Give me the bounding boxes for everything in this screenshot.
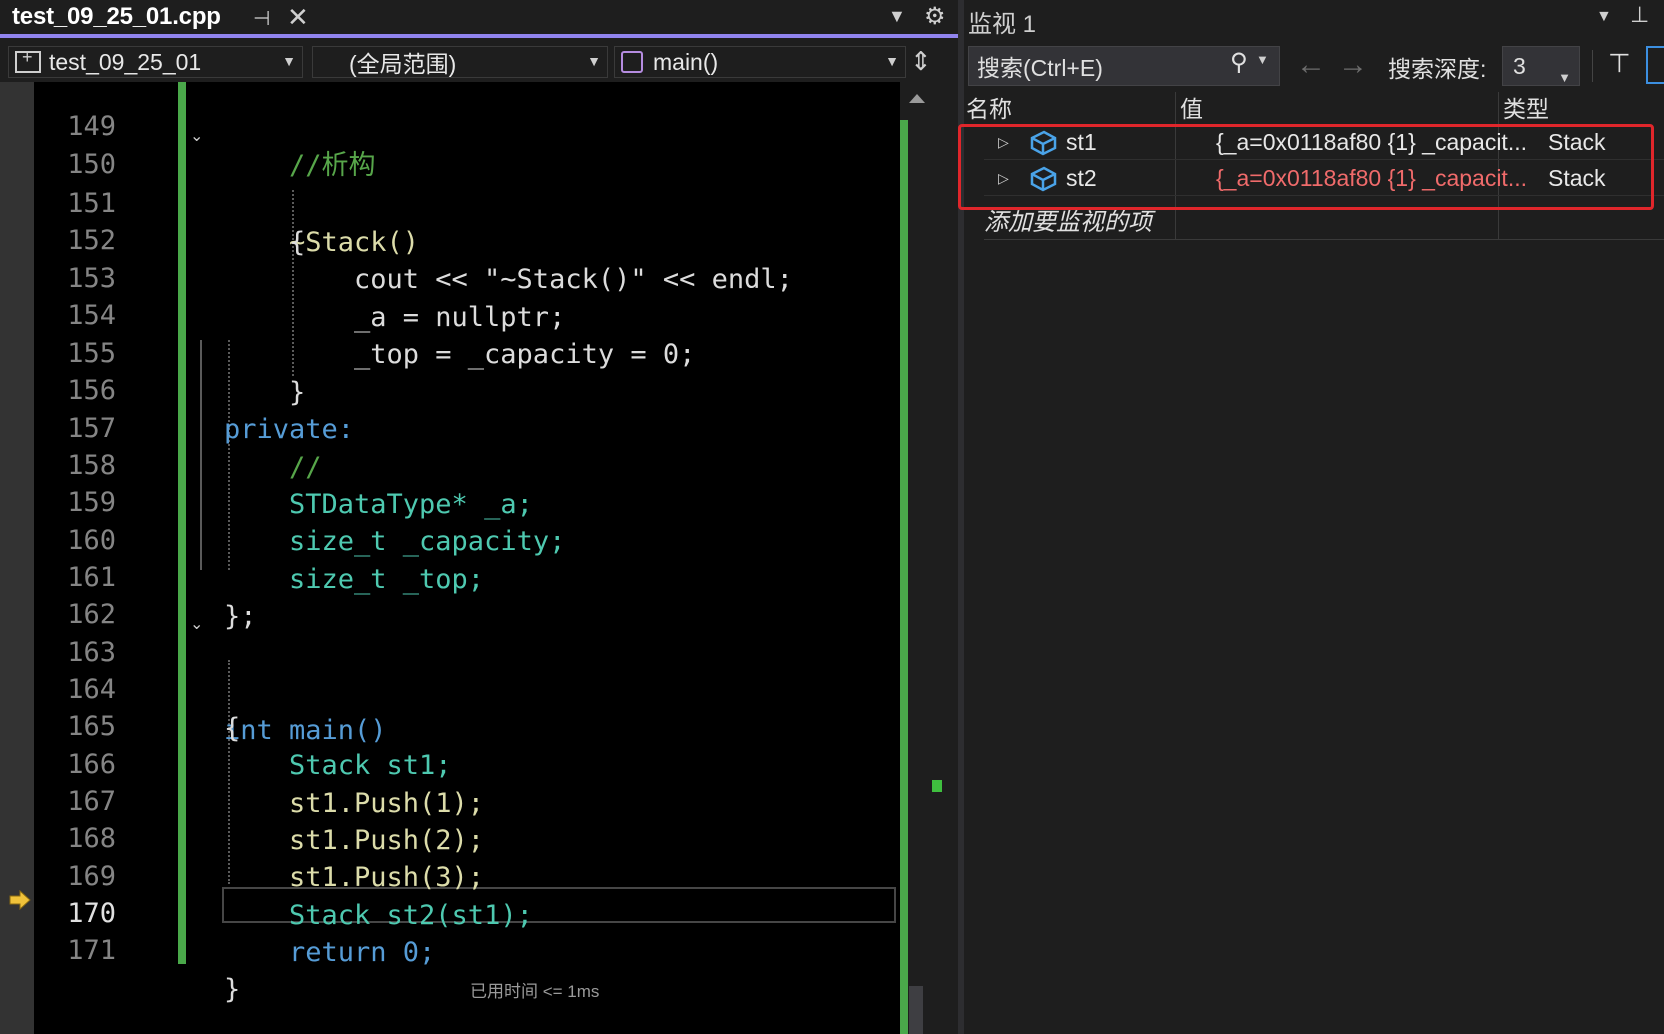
search-icon[interactable]: ⚲ [1230, 48, 1248, 77]
search-previous-icon[interactable]: ← [1296, 48, 1326, 82]
code-line[interactable]: 157 // [34, 370, 900, 483]
code-line[interactable]: 169 Stack st2(st1); [34, 818, 900, 931]
toolbar-separator [1592, 50, 1593, 82]
search-depth-dropdown[interactable]: 3 ▼ [1502, 46, 1580, 86]
column-header-value[interactable]: 值 [1180, 92, 1203, 126]
code-line[interactable]: 149 //析构 [34, 68, 900, 181]
split-window-icon[interactable]: ⇕ [910, 46, 932, 77]
column-header-name[interactable]: 名称 [966, 92, 1012, 126]
code-line[interactable]: 151 { [34, 145, 900, 258]
chevron-down-icon: ▼ [282, 53, 296, 69]
chevron-down-icon: ▼ [885, 53, 899, 69]
code-line[interactable]: 167 st1.Push(2); [34, 743, 900, 856]
line-number: 171 [67, 935, 116, 966]
annotation-highlight-box [958, 124, 1654, 210]
code-line[interactable]: 161 }; [34, 519, 900, 632]
window-menu-icon[interactable]: ▼ [1596, 8, 1612, 26]
tab-list-dropdown-icon[interactable]: ▼ [888, 6, 906, 27]
code-line[interactable]: 171 } [34, 892, 900, 1005]
search-next-icon[interactable]: → [1338, 48, 1368, 82]
chevron-down-icon: ▼ [587, 53, 601, 69]
code-text: return 0; [289, 937, 436, 968]
scrollbar-change-marker [900, 120, 908, 1034]
code-text: } [224, 974, 241, 1005]
code-line[interactable]: 160 size_t _top; [34, 482, 900, 595]
code-line[interactable]: 155 } [34, 295, 900, 408]
watch-window-title: 监视 1 [968, 11, 1037, 38]
watch-toolbar: 搜索(Ctrl+E) ⚲ ▼ ← → 搜索深度: 3 ▼ ⊤ [964, 42, 1664, 88]
code-line[interactable]: 163 ⌄ int main() [34, 594, 900, 746]
vertical-scrollbar[interactable] [900, 82, 926, 1034]
chevron-down-icon: ▼ [1558, 70, 1571, 85]
execution-pointer-icon[interactable] [8, 888, 32, 912]
code-line[interactable]: 162 [34, 556, 900, 630]
code-line[interactable]: 165 Stack st1; [34, 668, 900, 781]
code-line[interactable]: 150 ⌄ ~Stack() [34, 106, 900, 258]
scroll-up-arrow-icon[interactable] [909, 94, 925, 103]
code-editor-pane: test_09_25_01.cpp ⊣ ✕ ▼ ⚙ test_09_25_01 … [0, 0, 958, 1034]
search-depth-value: 3 [1513, 53, 1526, 79]
code-line[interactable]: 164 { [34, 631, 900, 744]
document-tab-title: test_09_25_01.cpp [12, 3, 221, 30]
code-line[interactable]: 152 cout << "~Stack()" << endl; [34, 182, 900, 295]
code-line[interactable]: 156 private: [34, 332, 900, 445]
search-depth-label: 搜索深度: [1388, 56, 1487, 82]
code-line[interactable]: 153 _a = nullptr; [34, 220, 900, 333]
add-watch-item[interactable]: 添加要监视的项 [984, 206, 1664, 240]
elapsed-time-hint[interactable]: 已用时间 <= 1ms [470, 972, 599, 1011]
close-tab-icon[interactable]: ✕ [287, 2, 309, 33]
pin-tab-icon[interactable]: ⊣ [253, 6, 270, 31]
code-line-current[interactable]: 170 return 0; 已用时间 <= 1ms [34, 855, 900, 1001]
search-placeholder: 搜索(Ctrl+E) [977, 55, 1103, 81]
document-tab-bar: test_09_25_01.cpp ⊣ ✕ ▼ ⚙ [0, 0, 958, 38]
pin-watch-icon[interactable]: ⊤ [1608, 48, 1631, 79]
view-toggle-icon[interactable] [1646, 46, 1664, 84]
code-line[interactable]: 159 size_t _capacity; [34, 444, 900, 557]
scrollbar-thumb[interactable] [909, 986, 923, 1034]
code-line[interactable]: 154 _top = _capacity = 0; [34, 257, 900, 370]
gear-icon[interactable]: ⚙ [924, 2, 946, 31]
scrollbar-marker [932, 780, 942, 792]
pin-window-icon[interactable]: ⊥ [1630, 2, 1649, 28]
code-line[interactable]: 158 STDataType* _a; [34, 407, 900, 520]
chevron-down-icon[interactable]: ▼ [1256, 52, 1269, 67]
column-header-type[interactable]: 类型 [1503, 92, 1549, 126]
code-line[interactable]: 168 st1.Push(3); [34, 780, 900, 893]
code-line[interactable]: 166 st1.Push(1); [34, 706, 900, 819]
